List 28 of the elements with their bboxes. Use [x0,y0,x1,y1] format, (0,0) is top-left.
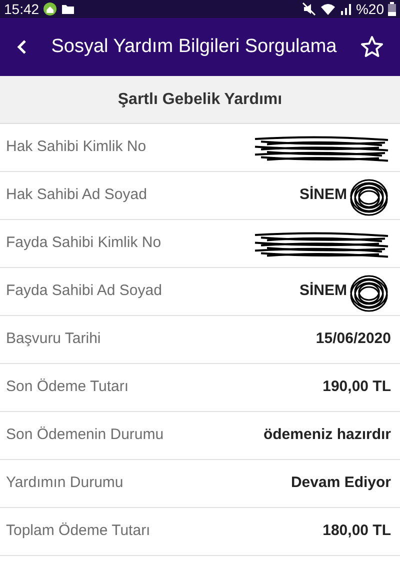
field-value: 15/06/2020 [316,329,391,350]
field-value: Devam Ediyor [290,473,391,494]
field-label: Fayda Sahibi Ad Soyad [6,281,163,302]
signal-icon [340,3,352,15]
back-button[interactable] [16,38,28,56]
battery-icon [388,2,396,16]
field-value: SİNEM [299,185,347,206]
folder-icon [61,3,76,15]
field-label: Son Ödeme Tutarı [6,377,130,398]
section-title: Şartlı Gebelik Yardımı [118,90,282,110]
favorite-button[interactable] [360,35,384,59]
status-time: 15:42 [4,0,40,18]
screen-title: Sosyal Yardım Bilgileri Sorgulama [50,34,338,59]
app-icon [43,2,58,16]
battery-level: %20 [356,0,384,18]
field-label: Fayda Sahibi Kimlik No [6,233,162,254]
field-value: 180,00 TL [322,521,391,542]
wifi-icon [320,2,336,16]
field-label: Son Ödemenin Durumu [6,425,165,446]
field-value: 190,00 TL [322,377,391,398]
field-label: Hak Sahibi Kimlik No [6,137,148,158]
mute-icon [302,2,316,16]
field-label: Hak Sahibi Ad Soyad [6,185,148,206]
field-label: Başvuru Tarihi [6,329,102,350]
field-label: Yardımın Durumu [6,473,124,494]
field-value: SİNEM [299,281,347,302]
field-value: ödemeniz hazırdır [263,425,391,446]
field-label: Toplam Ödeme Tutarı [6,521,152,542]
